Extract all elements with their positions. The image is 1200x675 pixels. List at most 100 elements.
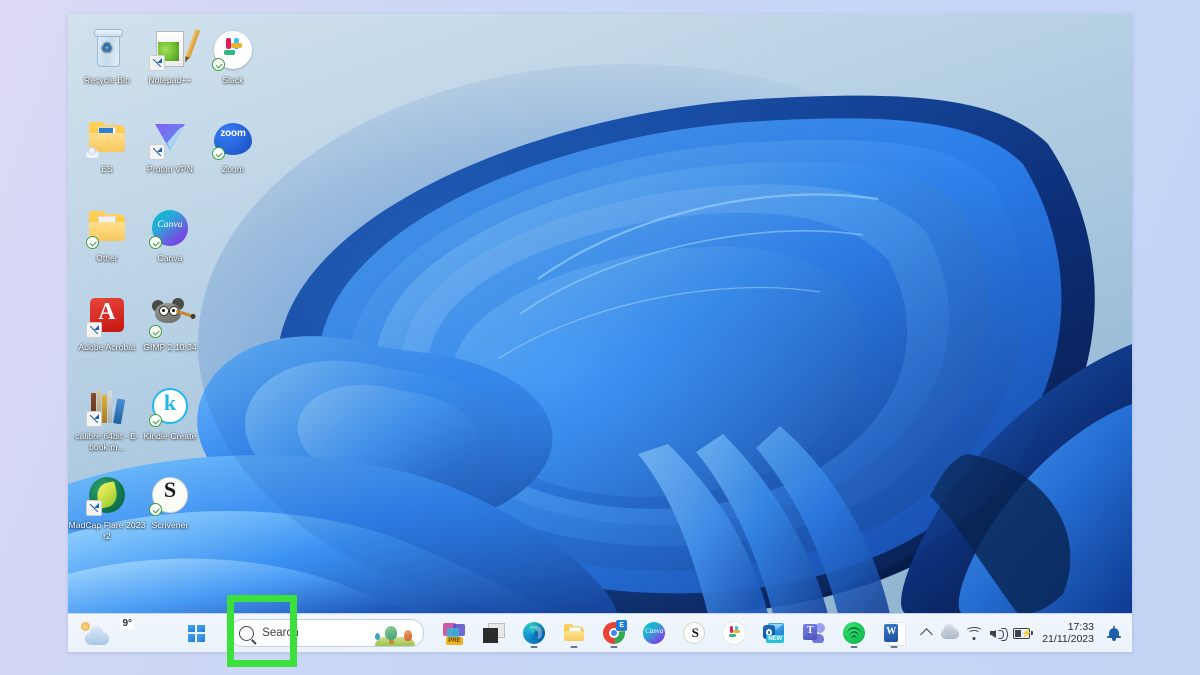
taskbar-app-pre[interactable]: PRE xyxy=(437,617,471,649)
tray-network-button[interactable] xyxy=(962,619,986,647)
file-explorer-icon xyxy=(563,622,585,644)
onedrive-sync-badge-icon xyxy=(149,414,162,427)
onedrive-cloud-badge-icon xyxy=(85,150,100,159)
folder-icon xyxy=(85,206,129,250)
tray-battery-button[interactable]: ⚡ xyxy=(1010,619,1036,647)
taskbar-app-word[interactable] xyxy=(877,617,911,649)
shortcut-overlay-icon xyxy=(149,144,165,160)
canva-icon: Canva xyxy=(643,622,665,644)
search-input[interactable]: Search xyxy=(229,619,424,647)
calibre-icon xyxy=(85,384,129,428)
taskbar-app-canva[interactable]: Canva xyxy=(637,617,671,649)
onedrive-sync-badge-icon xyxy=(212,147,225,160)
weather-temperature: 9° xyxy=(120,618,134,629)
recycle-bin-icon: ♻ xyxy=(85,28,129,72)
taskbar-app-edge[interactable] xyxy=(517,617,551,649)
taskbar-app-outlook[interactable]: NEW xyxy=(757,617,791,649)
bell-icon xyxy=(1107,626,1121,641)
taskbar-app-spotify[interactable] xyxy=(837,617,871,649)
madcap-flare-icon xyxy=(85,473,129,517)
sun-icon xyxy=(81,622,90,631)
taskbar-clock[interactable]: 17:33 21/11/2023 xyxy=(1036,621,1102,645)
canva-icon: Canva xyxy=(148,206,192,250)
notification-center-button[interactable] xyxy=(1102,619,1126,647)
search-icon xyxy=(239,626,254,641)
shortcut-overlay-icon xyxy=(86,411,102,427)
icon-label: Slack xyxy=(194,75,272,86)
start-button[interactable] xyxy=(177,617,215,649)
tray-hidden-icons-button[interactable] xyxy=(914,619,938,647)
desktop-screenshot: ♻ Recycle Bin Notepad++ Slack xyxy=(68,14,1132,652)
clock-time: 17:33 xyxy=(1042,621,1094,633)
scrivener-icon: S xyxy=(148,473,192,517)
taskbar-app-teams[interactable] xyxy=(797,617,831,649)
desktop-icon-slack[interactable]: Slack xyxy=(194,28,272,86)
wifi-icon xyxy=(966,627,983,640)
outlook-new-badge: NEW xyxy=(766,635,784,643)
cloud-icon xyxy=(941,628,959,639)
adobe-acrobat-icon: A xyxy=(85,295,129,339)
proton-vpn-icon xyxy=(148,117,192,161)
icon-label: Zoom xyxy=(194,164,272,175)
icon-label: GIMP 2.10.34 xyxy=(131,342,209,353)
icon-label: Canva xyxy=(131,253,209,264)
chrome-badge: E xyxy=(616,620,627,631)
system-tray: ⚡ 17:33 21/11/2023 xyxy=(914,619,1132,647)
onedrive-sync-badge-icon xyxy=(149,236,162,249)
desktop-icon-kindle-create[interactable]: k Kindle Create xyxy=(131,384,209,442)
speaker-icon xyxy=(990,627,1006,640)
onedrive-sync-badge-icon xyxy=(149,325,162,338)
zoom-icon: zoom xyxy=(211,117,255,161)
taskbar-left-region: 9° xyxy=(68,617,177,649)
taskbar-app-slack[interactable] xyxy=(717,617,751,649)
tray-onedrive-button[interactable] xyxy=(938,619,962,647)
desktop-icon-gimp[interactable]: GIMP 2.10.34 xyxy=(131,295,209,353)
icon-label: Scrivener xyxy=(131,520,209,531)
kindle-create-icon: k xyxy=(148,384,192,428)
battery-icon: ⚡ xyxy=(1013,628,1033,639)
edge-icon xyxy=(523,622,545,644)
gimp-icon xyxy=(148,295,192,339)
task-view-icon xyxy=(483,622,505,644)
slack-icon xyxy=(211,28,255,72)
taskbar-app-scrivener[interactable]: S xyxy=(677,617,711,649)
desktop-icon-scrivener[interactable]: S Scrivener xyxy=(131,473,209,531)
desktop-icon-canva[interactable]: Canva Canva xyxy=(131,206,209,264)
scrivener-icon: S xyxy=(683,622,705,644)
desktop-icon-zoom[interactable]: zoom Zoom xyxy=(194,117,272,175)
clock-date: 21/11/2023 xyxy=(1042,633,1094,645)
running-indicator xyxy=(531,646,538,649)
taskbar-app-file-explorer[interactable] xyxy=(557,617,591,649)
shortcut-overlay-icon xyxy=(86,500,102,516)
shortcut-overlay-icon xyxy=(149,55,165,71)
pre-icon: PRE xyxy=(443,623,465,643)
desktop-icon-grid: ♻ Recycle Bin Notepad++ Slack xyxy=(68,14,288,574)
running-indicator xyxy=(571,646,578,649)
weather-widget[interactable]: 9° xyxy=(76,617,134,649)
folder-icon xyxy=(85,117,129,161)
outlook-icon: NEW xyxy=(763,623,784,642)
taskbar-app-chrome[interactable]: E xyxy=(597,617,631,649)
tray-volume-button[interactable] xyxy=(986,619,1010,647)
running-indicator xyxy=(611,646,618,649)
taskbar: 9° Search xyxy=(68,613,1132,652)
search-illustration-icon xyxy=(373,624,417,646)
cloud-icon xyxy=(85,632,109,645)
onedrive-sync-badge-icon xyxy=(86,236,99,249)
chevron-up-icon xyxy=(920,628,933,641)
taskbar-app-task-view[interactable] xyxy=(477,617,511,649)
icon-label: Kindle Create xyxy=(131,431,209,442)
shortcut-overlay-icon xyxy=(86,322,102,338)
windows-logo-icon xyxy=(188,625,205,642)
taskbar-center-region: Search PRE xyxy=(177,617,914,649)
spotify-icon xyxy=(843,622,865,644)
slack-icon xyxy=(723,622,745,644)
running-indicator xyxy=(851,646,858,649)
onedrive-sync-badge-icon xyxy=(149,503,162,516)
onedrive-sync-badge-icon xyxy=(212,58,225,71)
teams-icon xyxy=(803,623,825,643)
running-indicator xyxy=(891,646,898,649)
word-icon xyxy=(884,622,904,644)
pre-badge: PRE xyxy=(446,637,462,645)
notepad-plus-plus-icon xyxy=(148,28,192,72)
